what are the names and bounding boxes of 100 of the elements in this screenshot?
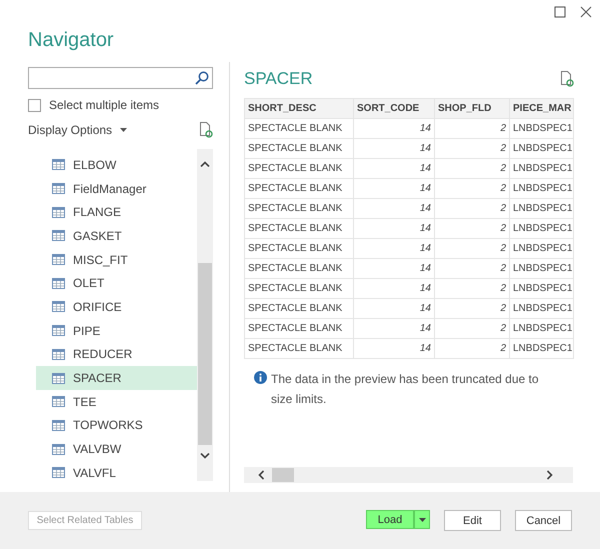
table-list-item[interactable]: REDUCER (36, 342, 197, 366)
table-list-item[interactable]: PIPE (36, 318, 197, 342)
table-cell: 14 (354, 258, 434, 278)
table-list-item[interactable]: VALVBW (36, 437, 197, 461)
close-icon[interactable] (580, 6, 592, 18)
table-cell: 2 (434, 118, 510, 138)
table-cell: SPECTACLE BLANK (244, 138, 354, 158)
table-cell: 14 (354, 278, 434, 298)
table-cell: 14 (354, 298, 434, 318)
table-icon (52, 325, 65, 336)
table-cell: SPECTACLE BLANK (244, 298, 354, 318)
table-cell: 2 (434, 258, 510, 278)
table-cell: LNBDSPEC1 (510, 158, 574, 178)
scroll-up-icon[interactable] (200, 161, 210, 167)
table-list-item[interactable]: GASKET (36, 224, 197, 248)
table-cell: LNBDSPEC1 (510, 198, 574, 218)
table-cell: LNBDSPEC1 (510, 318, 574, 338)
table-cell: LNBDSPEC1 (510, 138, 574, 158)
table-list-item[interactable]: TOPWORKS (36, 414, 197, 438)
table-cell: 14 (354, 178, 434, 198)
table-icon (52, 254, 65, 266)
table-cell: SPECTACLE BLANK (244, 118, 354, 138)
table-cell: 14 (354, 218, 434, 238)
scroll-left-icon[interactable] (258, 470, 264, 480)
search-field[interactable] (28, 67, 213, 89)
table-list-item[interactable]: FLANGE (36, 200, 197, 224)
table-cell: SPECTACLE BLANK (244, 238, 354, 258)
table-cell: SPECTACLE BLANK (244, 178, 354, 198)
table-icon (52, 230, 65, 242)
scrollbar-thumb[interactable] (272, 468, 294, 482)
info-icon (254, 371, 267, 384)
table-cell: 2 (434, 318, 510, 338)
column-header: PIECE_MAR (510, 98, 574, 118)
refresh-icon[interactable] (560, 71, 574, 87)
table-cell: 14 (354, 238, 434, 258)
table-cell: SPECTACLE BLANK (244, 218, 354, 238)
table-cell: 2 (434, 198, 510, 218)
table-cell: SPECTACLE BLANK (244, 258, 354, 278)
table-cell: LNBDSPEC1 (510, 258, 574, 278)
scroll-down-icon[interactable] (200, 453, 210, 459)
table-list-item[interactable]: ORIFICE (36, 295, 197, 319)
table-list-item[interactable]: FieldManager (36, 176, 197, 200)
dropdown-button[interactable] (414, 510, 430, 529)
table-cell: 2 (434, 138, 510, 158)
table-cell: 2 (434, 238, 510, 258)
table-cell: SPECTACLE BLANK (244, 318, 354, 338)
table-cell: 2 (434, 278, 510, 298)
table-cell: LNBDSPEC1 (510, 218, 574, 238)
table-list-item[interactable]: VALVFL (36, 460, 197, 485)
column-header: SHOP_FLD (434, 98, 510, 118)
table-cell: LNBDSPEC1 (510, 118, 574, 138)
caret-icon (120, 128, 128, 132)
preview-title: SPACER (244, 69, 313, 89)
table-cell: 14 (354, 118, 434, 138)
table-cell: 2 (434, 218, 510, 238)
table-icon (52, 206, 65, 218)
display-options-dropdown[interactable]: Display Options (28, 123, 128, 137)
table-cell: 2 (434, 298, 510, 318)
table-cell: LNBDSPEC1 (510, 278, 574, 298)
table-list-item[interactable]: ELBOW (36, 153, 197, 177)
table-icon (52, 396, 65, 408)
table-cell: 14 (354, 338, 434, 358)
table-icon (52, 183, 65, 194)
maximize-icon[interactable] (554, 6, 566, 18)
caret-icon (418, 518, 426, 522)
table-cell: LNBDSPEC1 (510, 298, 574, 318)
checkbox-label: Select multiple items (49, 98, 160, 112)
scroll-right-icon[interactable] (547, 470, 553, 480)
table-cell: 2 (434, 178, 510, 198)
table-list-item[interactable]: OLET (36, 271, 197, 296)
column-header: SORT_CODE (354, 98, 434, 118)
load-button[interactable]: Load (366, 510, 414, 529)
table-cell: LNBDSPEC1 (510, 238, 574, 258)
window-title: Navigator (28, 28, 115, 52)
table-icon (52, 278, 65, 289)
table-cell: SPECTACLE BLANK (244, 278, 354, 298)
table-cell: 14 (354, 318, 434, 338)
cancel-button[interactable]: Cancel (515, 510, 572, 531)
table-icon (52, 444, 65, 455)
refresh-icon[interactable] (199, 122, 213, 138)
table-icon (52, 372, 65, 384)
table-cell: 2 (434, 158, 510, 178)
column-header: SHORT_DESC (244, 98, 354, 118)
table-icon (52, 159, 65, 170)
table-cell: 14 (354, 198, 434, 218)
table-cell: LNBDSPEC1 (510, 178, 574, 198)
table-icon (52, 467, 65, 478)
edit-button[interactable]: Edit (444, 510, 501, 531)
table-list-item[interactable]: TEE (36, 390, 197, 414)
table-list-item[interactable]: SPACER (36, 366, 197, 390)
table-cell: 14 (354, 158, 434, 178)
checkbox[interactable] (28, 98, 41, 112)
info-message: The data in the preview has been truncated due to size limits. (271, 371, 540, 408)
scrollbar-thumb[interactable] (198, 263, 212, 445)
search-icon[interactable] (195, 71, 209, 85)
table-icon (52, 420, 65, 431)
table-list-item[interactable]: MISC_FIT (36, 248, 197, 272)
table-cell: SPECTACLE BLANK (244, 198, 354, 218)
table-icon (52, 348, 65, 360)
table-cell: 14 (354, 138, 434, 158)
